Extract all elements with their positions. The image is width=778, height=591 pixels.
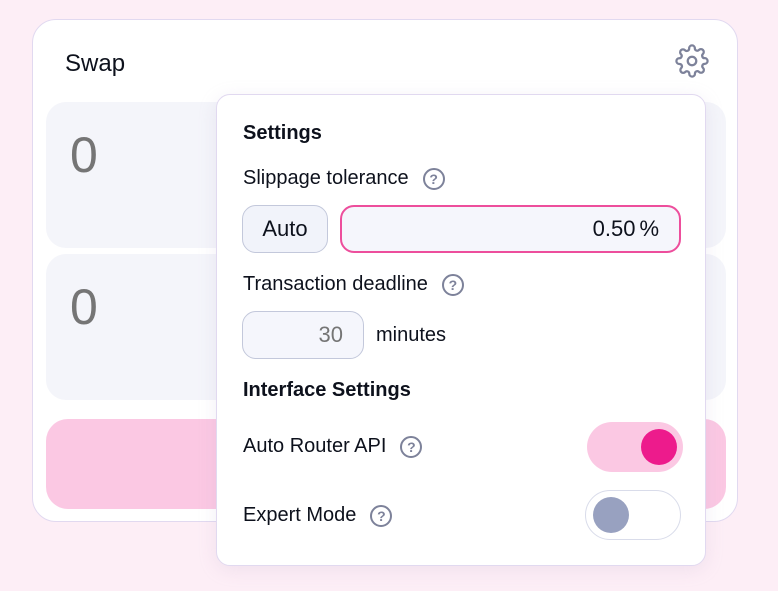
deadline-unit: minutes (376, 324, 447, 346)
question-circle-icon[interactable]: ? (370, 504, 393, 527)
slippage-input-wrapper: % (340, 205, 681, 253)
deadline-input-wrapper (242, 311, 364, 359)
deadline-label: Transaction deadline (243, 273, 428, 295)
interface-settings-heading: Interface Settings (243, 379, 411, 401)
deadline-input[interactable] (263, 322, 343, 348)
swap-title: Swap (65, 50, 126, 77)
input-amount-field[interactable] (70, 126, 230, 184)
settings-menu: Settings Slippage tolerance ? Auto % Tra… (216, 94, 706, 566)
slippage-auto-button[interactable]: Auto (242, 205, 328, 253)
output-amount-field[interactable] (70, 278, 230, 336)
auto-router-label: Auto Router API (243, 435, 387, 457)
auto-router-toggle[interactable] (587, 422, 683, 472)
auto-router-label-row: Auto Router API ? (243, 435, 423, 458)
slippage-percent-unit: % (639, 216, 659, 241)
settings-heading: Settings (243, 122, 322, 144)
question-circle-icon[interactable]: ? (441, 273, 464, 296)
expert-mode-toggle[interactable] (585, 490, 681, 540)
gear-icon[interactable] (675, 44, 709, 78)
deadline-label-row: Transaction deadline ? (243, 273, 464, 296)
expert-mode-label-row: Expert Mode ? (243, 504, 393, 527)
slippage-label: Slippage tolerance (243, 167, 409, 189)
toggle-knob (641, 429, 677, 465)
expert-mode-label: Expert Mode (243, 504, 357, 526)
slippage-input[interactable] (535, 216, 636, 242)
question-circle-icon[interactable]: ? (400, 435, 423, 458)
toggle-knob (593, 497, 629, 533)
slippage-label-row: Slippage tolerance ? (243, 167, 445, 190)
question-circle-icon[interactable]: ? (422, 167, 445, 190)
